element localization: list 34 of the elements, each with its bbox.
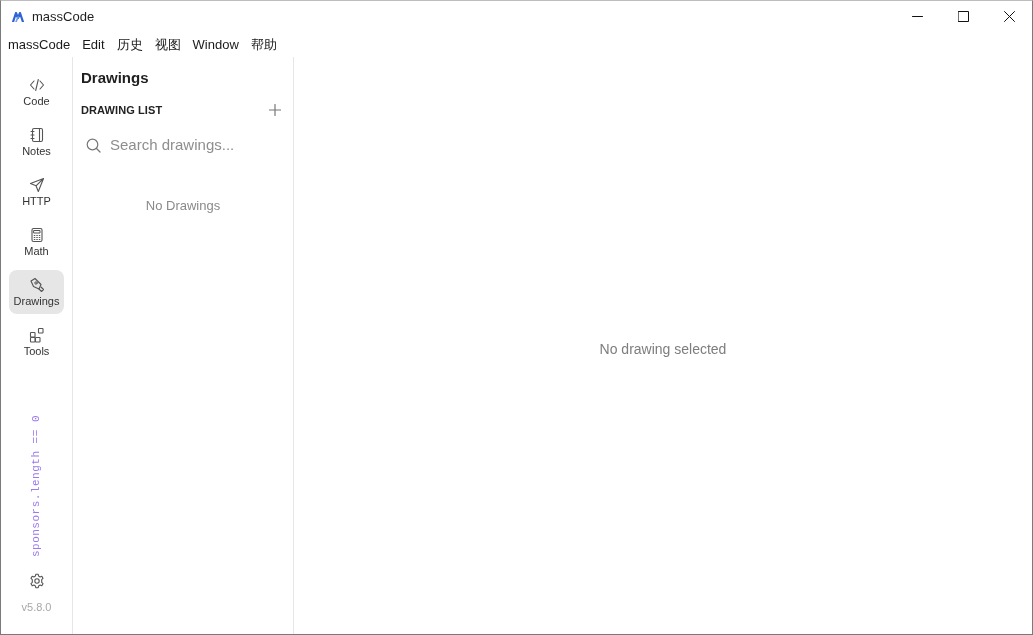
sidebar-nav-item[interactable]: Notes	[9, 120, 64, 164]
settings-button[interactable]	[28, 572, 45, 589]
plus-icon	[269, 104, 281, 116]
menu-item[interactable]: Window	[186, 34, 245, 55]
panel-title: Drawings	[81, 69, 150, 87]
close-icon	[1003, 11, 1015, 22]
search-icon	[86, 137, 101, 153]
empty-list-text: No Drawings	[144, 197, 222, 215]
menu-item[interactable]: 视图	[148, 34, 187, 55]
settings-icon	[28, 572, 45, 589]
pen-tool-icon	[28, 276, 45, 293]
app-logo-icon	[12, 11, 24, 22]
calculator-icon	[28, 226, 45, 243]
add-button[interactable]	[269, 104, 281, 116]
notebook-icon	[28, 126, 45, 143]
paper-plane-icon	[28, 176, 45, 193]
menu-item[interactable]: Edit	[76, 34, 111, 55]
menu-item[interactable]: 帮助	[244, 34, 283, 55]
grid-squares-icon	[28, 326, 45, 343]
sidebar-nav-item[interactable]: Tools	[9, 320, 64, 364]
version-label: v5.8.0	[21, 599, 52, 615]
empty-state-text: No drawing selected	[599, 340, 727, 359]
maximize-icon	[957, 11, 969, 22]
search-field[interactable]: Search drawings...	[110, 133, 280, 157]
menu-item[interactable]: massCode	[2, 34, 77, 55]
code-icon	[28, 76, 45, 93]
sidebar-nav-item[interactable]: HTTP	[9, 170, 64, 214]
section-heading: DRAWING LIST	[81, 102, 163, 118]
sidebar-nav-item[interactable]: Code	[9, 70, 64, 114]
sidebar-nav-item[interactable]: Math	[9, 220, 64, 264]
menu-item[interactable]: 历史	[110, 34, 149, 55]
window-title: massCode	[32, 7, 95, 26]
sponsors-text: sponsors.length == 0	[31, 415, 42, 558]
sidebar-nav-item[interactable]: Drawings	[9, 270, 64, 314]
